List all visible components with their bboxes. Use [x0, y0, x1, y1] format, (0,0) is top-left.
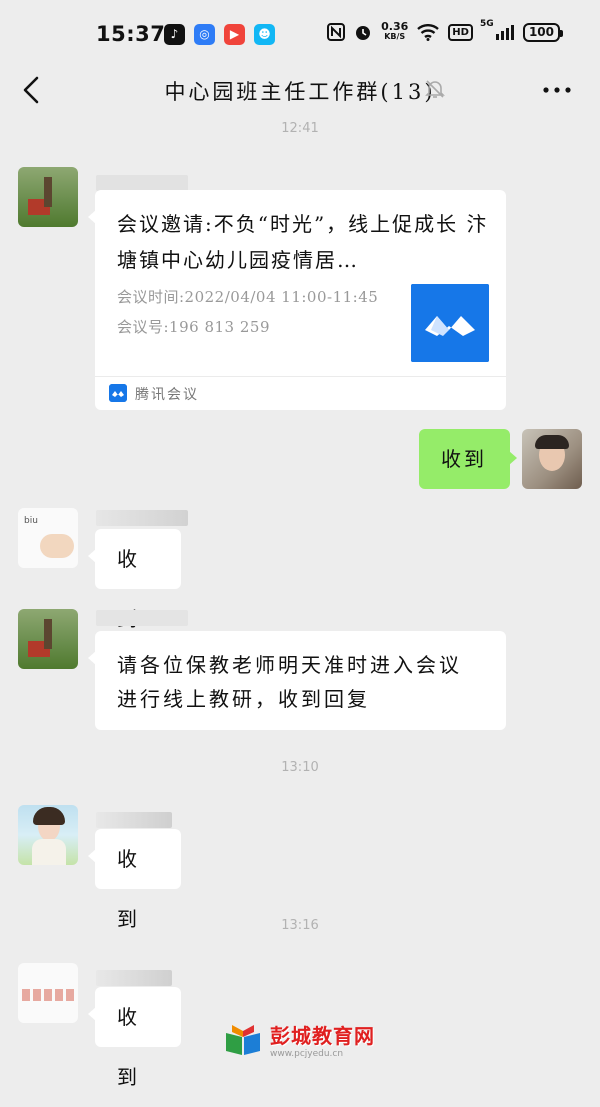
- tencent-meeting-icon: [109, 384, 127, 402]
- more-icon[interactable]: [540, 78, 574, 102]
- video-icon: ▶: [224, 24, 245, 45]
- site-watermark: 彭城教育网 www.pcjyedu.cn: [224, 1020, 375, 1059]
- avatar[interactable]: [18, 805, 78, 865]
- sender-name: [96, 610, 188, 626]
- chat-title[interactable]: 中心园班主任工作群(13): [0, 76, 600, 106]
- battery-indicator: 100: [522, 22, 564, 42]
- card-title: 会议邀请:不负“时光”，线上促成长 汴塘镇中心幼儿园疫情居…: [117, 212, 489, 272]
- message-bubble[interactable]: 请各位保教老师明天准时进入会议进行线上教研，收到回复: [88, 631, 506, 730]
- system-indicators: 0.36 KB/S HD 5G 100: [327, 19, 564, 42]
- my-avatar[interactable]: [522, 429, 582, 489]
- books-logo-icon: [226, 1024, 260, 1055]
- meeting-invite-card[interactable]: 会议邀请:不负“时光”，线上促成长 汴塘镇中心幼儿园疫情居… 会议时间:2022…: [88, 190, 506, 410]
- signal-icon: 5G: [480, 19, 514, 40]
- avatar[interactable]: biu: [18, 508, 78, 568]
- status-bar: 15:37 ♪ ◎ ▶ ☻ 0.36 KB/S HD 5G 100: [0, 0, 600, 68]
- card-source: 腾讯会议: [135, 387, 199, 403]
- hd-badge: HD: [448, 23, 473, 41]
- sender-name: [96, 812, 172, 828]
- message-bubble[interactable]: 收到: [88, 987, 181, 1089]
- timestamp: 12:41: [281, 121, 319, 136]
- status-time: 15:37: [96, 22, 166, 46]
- avatar[interactable]: [18, 963, 78, 1023]
- nfc-icon: [327, 23, 346, 41]
- qq-icon: ☻: [254, 24, 275, 45]
- tiktok-icon: ♪: [164, 24, 185, 45]
- sender-name: [96, 175, 188, 191]
- alarm-icon: [356, 26, 371, 40]
- net-speed: 0.36 KB/S: [381, 20, 409, 41]
- sender-name: [96, 970, 172, 986]
- my-message-bubble[interactable]: 收到: [419, 429, 517, 489]
- wifi-icon: [417, 23, 440, 41]
- meeting-time: 会议时间:2022/04/04 11:00-11:45: [117, 288, 379, 306]
- timestamp: 13:16: [281, 918, 319, 933]
- avatar[interactable]: [18, 609, 78, 669]
- watermark-text: 彭城教育网: [270, 1024, 375, 1048]
- notification-icons: ♪ ◎ ▶ ☻: [164, 24, 275, 45]
- app-icon: ◎: [194, 24, 215, 45]
- message-bubble[interactable]: 收到: [88, 529, 181, 631]
- mute-bell-icon: [425, 80, 445, 98]
- card-divider: [95, 376, 506, 377]
- chat-header: 中心园班主任工作群(13): [0, 68, 600, 112]
- meeting-id: 会议号:196 813 259: [117, 318, 270, 336]
- message-bubble[interactable]: 收到: [88, 829, 181, 931]
- sender-name: [96, 510, 188, 526]
- tencent-meeting-logo-icon: [411, 284, 489, 362]
- avatar[interactable]: [18, 167, 78, 227]
- timestamp: 13:10: [281, 760, 319, 775]
